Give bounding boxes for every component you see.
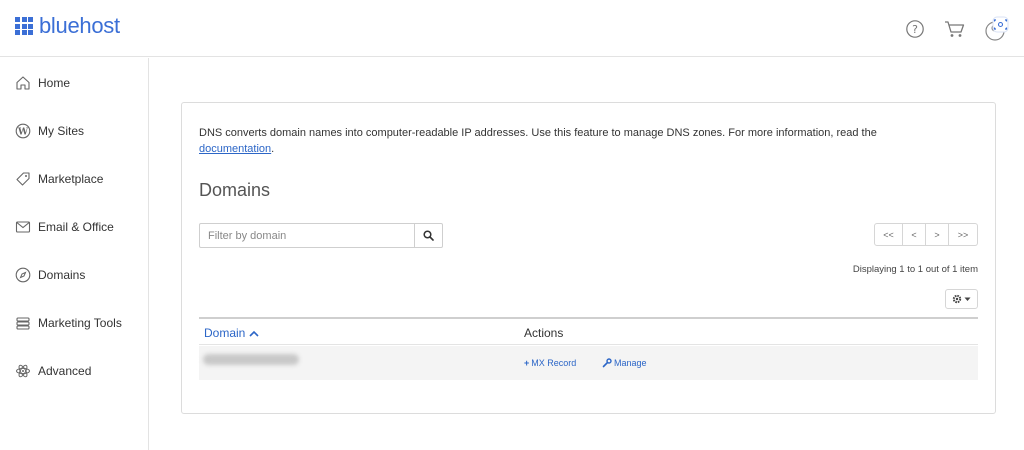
sort-ascending-icon	[249, 330, 259, 337]
sidebar-item-domains[interactable]: Domains	[15, 263, 85, 287]
sidebar-item-marketing-tools[interactable]: Marketing Tools	[15, 311, 122, 335]
description-suffix: .	[271, 143, 275, 155]
sidebar-item-label: Domains	[38, 268, 86, 282]
sidebar-item-label: Email & Office	[38, 220, 114, 234]
sidebar-item-advanced[interactable]: Advanced	[15, 359, 91, 383]
table-settings-button[interactable]	[945, 289, 978, 309]
dns-card: DNS converts domain names into computer-…	[181, 102, 996, 414]
sidebar-item-label: Home	[38, 76, 71, 90]
dns-description: DNS converts domain names into computer-…	[199, 125, 979, 157]
logo-grid-icon	[15, 17, 33, 35]
sidebar-item-label: My Sites	[38, 124, 85, 138]
wordpress-icon: W	[15, 123, 31, 139]
column-header-actions: Actions	[524, 326, 564, 340]
filter-input[interactable]	[199, 223, 416, 248]
sidebar: Home W My Sites Marketplace Email & Offi…	[0, 58, 149, 450]
table-row: + MX Record Manage	[199, 346, 978, 380]
sidebar-item-label: Marketplace	[38, 172, 104, 186]
top-bar: bluehost ?	[0, 0, 1024, 57]
sidebar-item-email-office[interactable]: Email & Office	[15, 215, 114, 239]
sidebar-item-home[interactable]: Home	[15, 71, 70, 95]
manage-label: Manage	[614, 358, 647, 368]
page-first-button[interactable]: <<	[874, 223, 903, 246]
sidebar-item-marketplace[interactable]: Marketplace	[15, 167, 103, 191]
pagination: << < > >>	[874, 223, 978, 246]
plus-icon: +	[524, 358, 530, 368]
column-domain-label: Domain	[204, 326, 246, 340]
compass-icon	[15, 267, 31, 283]
sidebar-item-my-sites[interactable]: W My Sites	[15, 119, 84, 143]
mail-icon	[15, 219, 31, 235]
page-prev-button[interactable]: <	[903, 223, 926, 246]
caret-down-icon	[964, 297, 971, 301]
search-icon	[423, 230, 434, 241]
cart-icon[interactable]	[944, 18, 966, 40]
column-header-domain[interactable]: Domain	[204, 326, 259, 340]
table-header: Domain Actions	[199, 317, 978, 345]
svg-text:?: ?	[912, 23, 918, 36]
redacted-domain-name	[203, 354, 299, 365]
mx-record-label: MX Record	[531, 358, 577, 368]
sidebar-item-label: Marketing Tools	[38, 316, 122, 330]
home-icon	[15, 75, 31, 91]
sidebar-item-label: Advanced	[38, 364, 92, 378]
bluehost-logo[interactable]: bluehost	[15, 15, 120, 37]
page-last-button[interactable]: >>	[949, 223, 978, 246]
tag-icon	[15, 171, 31, 187]
svg-text:W: W	[17, 128, 29, 138]
help-icon[interactable]: ?	[904, 18, 926, 40]
page-next-button[interactable]: >	[926, 223, 949, 246]
manage-button[interactable]: Manage	[602, 358, 647, 368]
avatar-icon[interactable]	[984, 16, 1010, 42]
marketing-icon	[15, 315, 31, 331]
wrench-icon	[602, 358, 612, 368]
domain-filter	[199, 223, 443, 248]
documentation-link[interactable]: documentation	[199, 143, 271, 155]
page-title: Domains	[199, 180, 271, 200]
pagination-status: Displaying 1 to 1 out of 1 item	[852, 264, 978, 275]
logo-text: bluehost	[39, 13, 120, 38]
filter-search-button[interactable]	[415, 223, 443, 248]
main-content: DNS converts domain names into computer-…	[150, 58, 1024, 450]
add-mx-record-button[interactable]: + MX Record	[524, 358, 576, 368]
description-text: DNS converts domain names into computer-…	[199, 127, 877, 139]
atom-icon	[15, 363, 31, 379]
gear-icon	[952, 294, 962, 304]
